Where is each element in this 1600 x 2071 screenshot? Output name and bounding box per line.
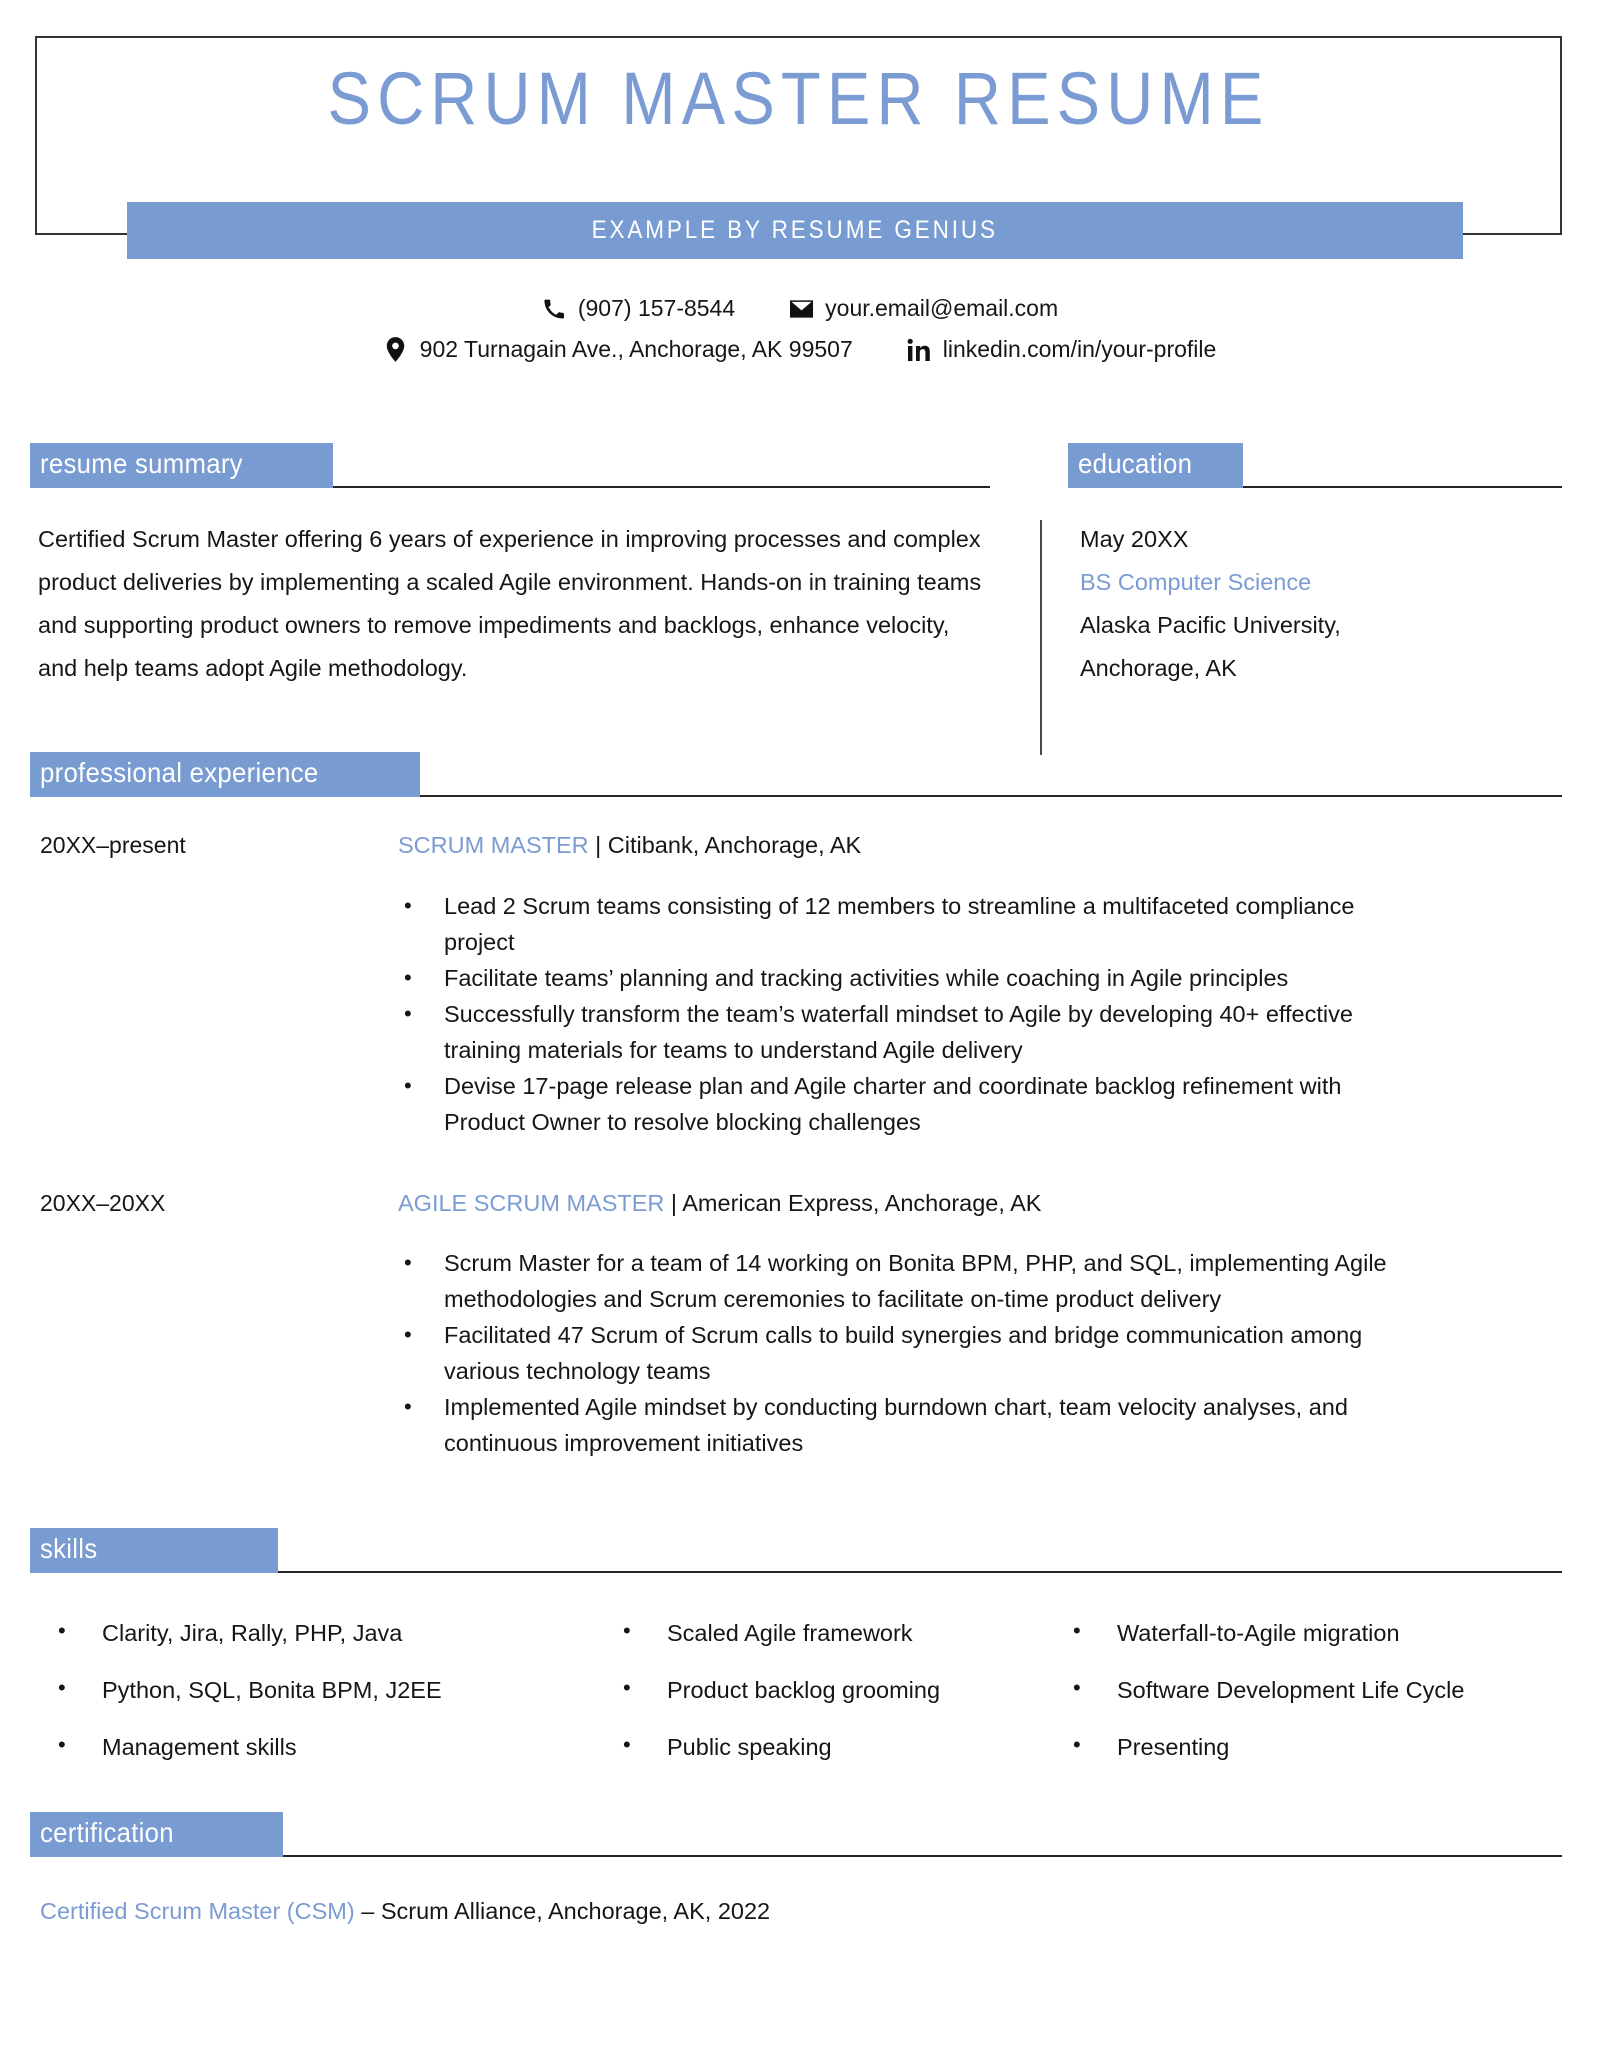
section-tab-certification: certification: [30, 1812, 283, 1857]
section-heading-summary: resume summary: [30, 443, 990, 488]
skill-item: Scaled Agile framework: [605, 1616, 1055, 1675]
section-heading-experience: professional experience: [30, 752, 1562, 797]
experience-bullet: Facilitate teams’ planning and tracking …: [398, 960, 1408, 996]
section-label-certification: certification: [40, 1817, 174, 1848]
resume-page: SCRUM MASTER RESUME EXAMPLE BY RESUME GE…: [0, 0, 1600, 2071]
contact-linkedin[interactable]: linkedin.com/in/your-profile: [907, 336, 1217, 363]
skill-item: Waterfall-to-Agile migration: [1055, 1616, 1560, 1675]
skill-item: Software Development Life Cycle: [1055, 1673, 1560, 1732]
section-label-skills: skills: [40, 1533, 98, 1564]
header-subtitle-bar: EXAMPLE BY RESUME GENIUS: [127, 202, 1463, 259]
certification-name: Certified Scrum Master (CSM): [40, 1898, 355, 1924]
contact-address-text: 902 Turnagain Ave., Anchorage, AK 99507: [419, 336, 853, 362]
experience-bullet: Implemented Agile mindset by conducting …: [398, 1389, 1408, 1461]
experience-heading-1: SCRUM MASTER | Citibank, Anchorage, AK: [398, 832, 861, 859]
experience-title-1: SCRUM MASTER: [398, 832, 589, 858]
contact-row-2: 902 Turnagain Ave., Anchorage, AK 99507 …: [0, 336, 1600, 363]
education-date: May 20XX: [1080, 526, 1189, 552]
experience-bullet: Devise 17-page release plan and Agile ch…: [398, 1068, 1408, 1140]
contact-address: 902 Turnagain Ave., Anchorage, AK 99507: [384, 336, 853, 363]
section-heading-skills: skills: [30, 1528, 1562, 1573]
section-rule-skills: [278, 1571, 1562, 1573]
skill-item: Product backlog grooming: [605, 1673, 1055, 1732]
experience-bullet: Facilitated 47 Scrum of Scrum calls to b…: [398, 1317, 1408, 1389]
education-block: May 20XX BS Computer Science Alaska Paci…: [1080, 518, 1540, 690]
experience-bullet: Successfully transform the team’s waterf…: [398, 996, 1408, 1068]
experience-date-2: 20XX–20XX: [40, 1190, 166, 1216]
contact-row-1: (907) 157-8544 your.email@email.com: [0, 295, 1600, 322]
contact-email[interactable]: your.email@email.com: [789, 295, 1058, 322]
section-label-summary: resume summary: [40, 448, 243, 479]
education-school-line2: Anchorage, AK: [1080, 655, 1237, 681]
section-tab-education: education: [1068, 443, 1243, 488]
contact-email-text: your.email@email.com: [825, 295, 1059, 321]
experience-separator-1: |: [588, 832, 608, 858]
header-subtitle: EXAMPLE BY RESUME GENIUS: [591, 216, 999, 244]
certification-entry: Certified Scrum Master (CSM) – Scrum All…: [40, 1898, 770, 1925]
section-rule-experience: [420, 795, 1562, 797]
section-rule-summary: [333, 486, 990, 488]
section-heading-education: education: [1068, 443, 1562, 488]
envelope-icon: [789, 297, 813, 321]
contact-block: (907) 157-8544 your.email@email.com 902 …: [0, 295, 1600, 377]
experience-bullets-1: Lead 2 Scrum teams consisting of 12 memb…: [398, 888, 1408, 1140]
experience-date-1: 20XX–present: [40, 832, 186, 858]
contact-phone[interactable]: (907) 157-8544: [542, 295, 735, 322]
section-heading-certification: certification: [30, 1812, 1562, 1857]
section-tab-experience: professional experience: [30, 752, 420, 797]
certification-detail: – Scrum Alliance, Anchorage, AK, 2022: [354, 1898, 771, 1924]
experience-bullets-2: Scrum Master for a team of 14 working on…: [398, 1245, 1408, 1461]
experience-heading-2: AGILE SCRUM MASTER | American Express, A…: [398, 1190, 1041, 1217]
section-rule-education: [1243, 486, 1562, 488]
skill-item: Public speaking: [605, 1730, 1055, 1789]
linkedin-icon: [907, 338, 931, 362]
section-label-education: education: [1078, 448, 1193, 479]
map-pin-icon: [384, 337, 408, 362]
phone-icon: [542, 297, 566, 321]
summary-text: Certified Scrum Master offering 6 years …: [38, 526, 982, 681]
education-school-line1: Alaska Pacific University,: [1080, 612, 1341, 638]
experience-bullet: Lead 2 Scrum teams consisting of 12 memb…: [398, 888, 1408, 960]
experience-company-2: American Express, Anchorage, AK: [682, 1190, 1042, 1216]
skill-item: Python, SQL, Bonita BPM, J2EE: [40, 1673, 605, 1732]
skills-grid: Clarity, Jira, Rally, PHP, Java Scaled A…: [40, 1616, 1560, 1789]
experience-company-1: Citibank, Anchorage, AK: [607, 832, 862, 858]
page-title: SCRUM MASTER RESUME: [327, 57, 1270, 140]
education-degree: BS Computer Science: [1080, 569, 1312, 595]
section-tab-summary: resume summary: [30, 443, 333, 488]
section-rule-certification: [283, 1855, 1562, 1857]
education-divider: [1040, 520, 1042, 755]
skill-item: Clarity, Jira, Rally, PHP, Java: [40, 1616, 605, 1675]
contact-phone-text: (907) 157-8544: [577, 295, 736, 321]
skill-item: Presenting: [1055, 1730, 1560, 1789]
section-tab-skills: skills: [30, 1528, 278, 1573]
experience-bullet: Scrum Master for a team of 14 working on…: [398, 1245, 1408, 1317]
contact-linkedin-text: linkedin.com/in/your-profile: [942, 336, 1217, 362]
skill-item: Management skills: [40, 1730, 605, 1789]
experience-separator-2: |: [664, 1190, 683, 1216]
experience-title-2: AGILE SCRUM MASTER: [398, 1190, 665, 1216]
section-label-experience: professional experience: [40, 757, 319, 788]
